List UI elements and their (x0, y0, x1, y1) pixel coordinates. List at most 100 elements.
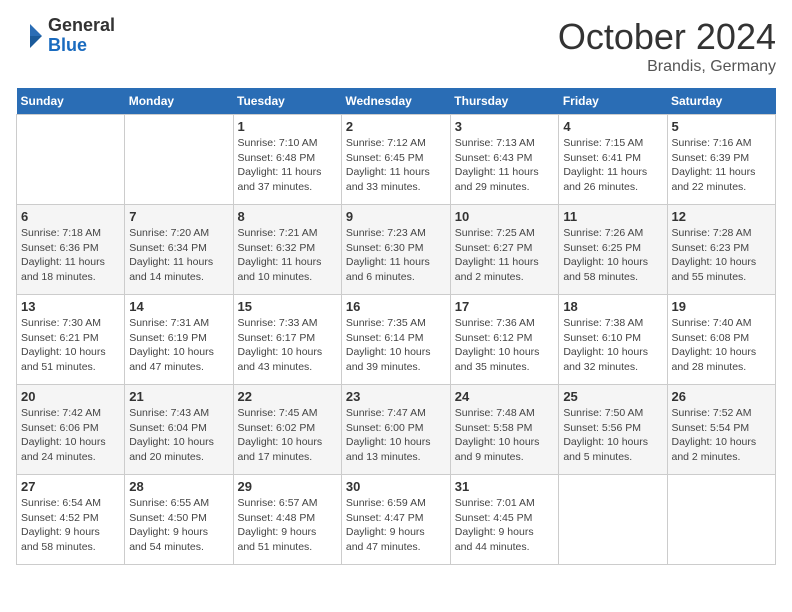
cell-info: Sunrise: 7:13 AM Sunset: 6:43 PM Dayligh… (455, 136, 555, 195)
day-number: 29 (238, 479, 337, 494)
logo: General Blue (16, 16, 115, 56)
calendar-cell: 9 Sunrise: 7:23 AM Sunset: 6:30 PM Daylig… (341, 205, 450, 295)
cell-info: Sunrise: 7:30 AM Sunset: 6:21 PM Dayligh… (21, 316, 120, 375)
calendar-cell: 25Sunrise: 7:50 AM Sunset: 5:56 PM Dayli… (559, 385, 667, 475)
day-number: 13 (21, 299, 120, 314)
weekday-header-tuesday: Tuesday (233, 88, 341, 115)
day-number: 19 (672, 299, 772, 314)
cell-info: Sunrise: 7:20 AM Sunset: 6:34 PM Dayligh… (129, 226, 228, 285)
day-number: 4 (563, 119, 662, 134)
location-title: Brandis, Germany (558, 58, 776, 76)
calendar-cell: 6 Sunrise: 7:18 AM Sunset: 6:36 PM Daylig… (17, 205, 125, 295)
day-number: 24 (455, 389, 555, 404)
calendar-cell: 28 Sunrise: 6:55 AM Sunset: 4:50 PM Dayli… (125, 475, 233, 565)
cell-info: Sunrise: 7:25 AM Sunset: 6:27 PM Dayligh… (455, 226, 555, 285)
cell-info: Sunrise: 7:10 AM Sunset: 6:48 PM Dayligh… (238, 136, 337, 195)
calendar-cell (559, 475, 667, 565)
day-number: 2 (346, 119, 446, 134)
calendar-week-row: 27Sunrise: 6:54 AM Sunset: 4:52 PM Dayli… (17, 475, 776, 565)
cell-info: Sunrise: 7:40 AM Sunset: 6:08 PM Dayligh… (672, 316, 772, 375)
day-number: 23 (346, 389, 446, 404)
cell-info: Sunrise: 7:48 AM Sunset: 5:58 PM Dayligh… (455, 406, 555, 465)
cell-info: Sunrise: 7:45 AM Sunset: 6:02 PM Dayligh… (238, 406, 337, 465)
cell-info: Sunrise: 6:55 AM Sunset: 4:50 PM Dayligh… (129, 496, 228, 555)
day-number: 5 (672, 119, 772, 134)
calendar-cell: 26Sunrise: 7:52 AM Sunset: 5:54 PM Dayli… (667, 385, 776, 475)
calendar-cell: 21Sunrise: 7:43 AM Sunset: 6:04 PM Dayli… (125, 385, 233, 475)
calendar-week-row: 13 Sunrise: 7:30 AM Sunset: 6:21 PM Dayli… (17, 295, 776, 385)
calendar-cell: 19 Sunrise: 7:40 AM Sunset: 6:08 PM Dayli… (667, 295, 776, 385)
day-number: 21 (129, 389, 228, 404)
title-area: October 2024 Brandis, Germany (558, 16, 776, 76)
calendar-cell: 10 Sunrise: 7:25 AM Sunset: 6:27 PM Dayli… (450, 205, 559, 295)
day-number: 20 (21, 389, 120, 404)
calendar-cell: 31 Sunrise: 7:01 AM Sunset: 4:45 PM Dayli… (450, 475, 559, 565)
cell-info: Sunrise: 7:18 AM Sunset: 6:36 PM Dayligh… (21, 226, 120, 285)
cell-info: Sunrise: 7:28 AM Sunset: 6:23 PM Dayligh… (672, 226, 772, 285)
logo-icon (16, 22, 44, 50)
weekday-header-sunday: Sunday (17, 88, 125, 115)
day-number: 15 (238, 299, 337, 314)
day-number: 28 (129, 479, 228, 494)
cell-info: Sunrise: 7:50 AM Sunset: 5:56 PM Dayligh… (563, 406, 662, 465)
day-number: 30 (346, 479, 446, 494)
calendar-cell: 15 Sunrise: 7:33 AM Sunset: 6:17 PM Dayli… (233, 295, 341, 385)
calendar-cell: 8Sunrise: 7:21 AM Sunset: 6:32 PM Daylig… (233, 205, 341, 295)
day-number: 16 (346, 299, 446, 314)
weekday-header-friday: Friday (559, 88, 667, 115)
day-number: 1 (238, 119, 337, 134)
cell-info: Sunrise: 7:52 AM Sunset: 5:54 PM Dayligh… (672, 406, 772, 465)
calendar-table: SundayMondayTuesdayWednesdayThursdayFrid… (16, 88, 776, 565)
day-number: 22 (238, 389, 337, 404)
calendar-cell: 7Sunrise: 7:20 AM Sunset: 6:34 PM Daylig… (125, 205, 233, 295)
cell-info: Sunrise: 7:12 AM Sunset: 6:45 PM Dayligh… (346, 136, 446, 195)
month-title: October 2024 (558, 16, 776, 58)
calendar-cell: 12 Sunrise: 7:28 AM Sunset: 6:23 PM Dayli… (667, 205, 776, 295)
cell-info: Sunrise: 7:36 AM Sunset: 6:12 PM Dayligh… (455, 316, 555, 375)
cell-info: Sunrise: 7:31 AM Sunset: 6:19 PM Dayligh… (129, 316, 228, 375)
cell-info: Sunrise: 7:38 AM Sunset: 6:10 PM Dayligh… (563, 316, 662, 375)
calendar-cell: 4 Sunrise: 7:15 AM Sunset: 6:41 PM Daylig… (559, 115, 667, 205)
cell-info: Sunrise: 6:57 AM Sunset: 4:48 PM Dayligh… (238, 496, 337, 555)
calendar-cell: 24 Sunrise: 7:48 AM Sunset: 5:58 PM Dayli… (450, 385, 559, 475)
day-number: 31 (455, 479, 555, 494)
calendar-cell: 1 Sunrise: 7:10 AM Sunset: 6:48 PM Daylig… (233, 115, 341, 205)
calendar-cell: 13 Sunrise: 7:30 AM Sunset: 6:21 PM Dayli… (17, 295, 125, 385)
calendar-cell: 27Sunrise: 6:54 AM Sunset: 4:52 PM Dayli… (17, 475, 125, 565)
day-number: 18 (563, 299, 662, 314)
cell-info: Sunrise: 7:23 AM Sunset: 6:30 PM Dayligh… (346, 226, 446, 285)
calendar-week-row: 6 Sunrise: 7:18 AM Sunset: 6:36 PM Daylig… (17, 205, 776, 295)
cell-info: Sunrise: 7:16 AM Sunset: 6:39 PM Dayligh… (672, 136, 772, 195)
calendar-week-row: 1 Sunrise: 7:10 AM Sunset: 6:48 PM Daylig… (17, 115, 776, 205)
day-number: 6 (21, 209, 120, 224)
cell-info: Sunrise: 7:35 AM Sunset: 6:14 PM Dayligh… (346, 316, 446, 375)
day-number: 12 (672, 209, 772, 224)
calendar-cell: 18 Sunrise: 7:38 AM Sunset: 6:10 PM Dayli… (559, 295, 667, 385)
calendar-cell: 11Sunrise: 7:26 AM Sunset: 6:25 PM Dayli… (559, 205, 667, 295)
cell-info: Sunrise: 7:15 AM Sunset: 6:41 PM Dayligh… (563, 136, 662, 195)
calendar-cell: 17 Sunrise: 7:36 AM Sunset: 6:12 PM Dayli… (450, 295, 559, 385)
calendar-cell (17, 115, 125, 205)
day-number: 11 (563, 209, 662, 224)
cell-info: Sunrise: 7:42 AM Sunset: 6:06 PM Dayligh… (21, 406, 120, 465)
header: General Blue October 2024 Brandis, Germa… (16, 16, 776, 76)
calendar-cell: 23Sunrise: 7:47 AM Sunset: 6:00 PM Dayli… (341, 385, 450, 475)
cell-info: Sunrise: 7:33 AM Sunset: 6:17 PM Dayligh… (238, 316, 337, 375)
calendar-cell: 20 Sunrise: 7:42 AM Sunset: 6:06 PM Dayli… (17, 385, 125, 475)
day-number: 17 (455, 299, 555, 314)
calendar-cell: 22 Sunrise: 7:45 AM Sunset: 6:02 PM Dayli… (233, 385, 341, 475)
day-number: 10 (455, 209, 555, 224)
logo-blue-text: Blue (48, 36, 115, 56)
cell-info: Sunrise: 6:59 AM Sunset: 4:47 PM Dayligh… (346, 496, 446, 555)
weekday-header-monday: Monday (125, 88, 233, 115)
day-number: 9 (346, 209, 446, 224)
logo-general-text: General (48, 16, 115, 36)
cell-info: Sunrise: 7:01 AM Sunset: 4:45 PM Dayligh… (455, 496, 555, 555)
calendar-cell: 5 Sunrise: 7:16 AM Sunset: 6:39 PM Daylig… (667, 115, 776, 205)
weekday-header-thursday: Thursday (450, 88, 559, 115)
day-number: 3 (455, 119, 555, 134)
calendar-cell (667, 475, 776, 565)
weekday-header-row: SundayMondayTuesdayWednesdayThursdayFrid… (17, 88, 776, 115)
calendar-cell: 14Sunrise: 7:31 AM Sunset: 6:19 PM Dayli… (125, 295, 233, 385)
weekday-header-saturday: Saturday (667, 88, 776, 115)
